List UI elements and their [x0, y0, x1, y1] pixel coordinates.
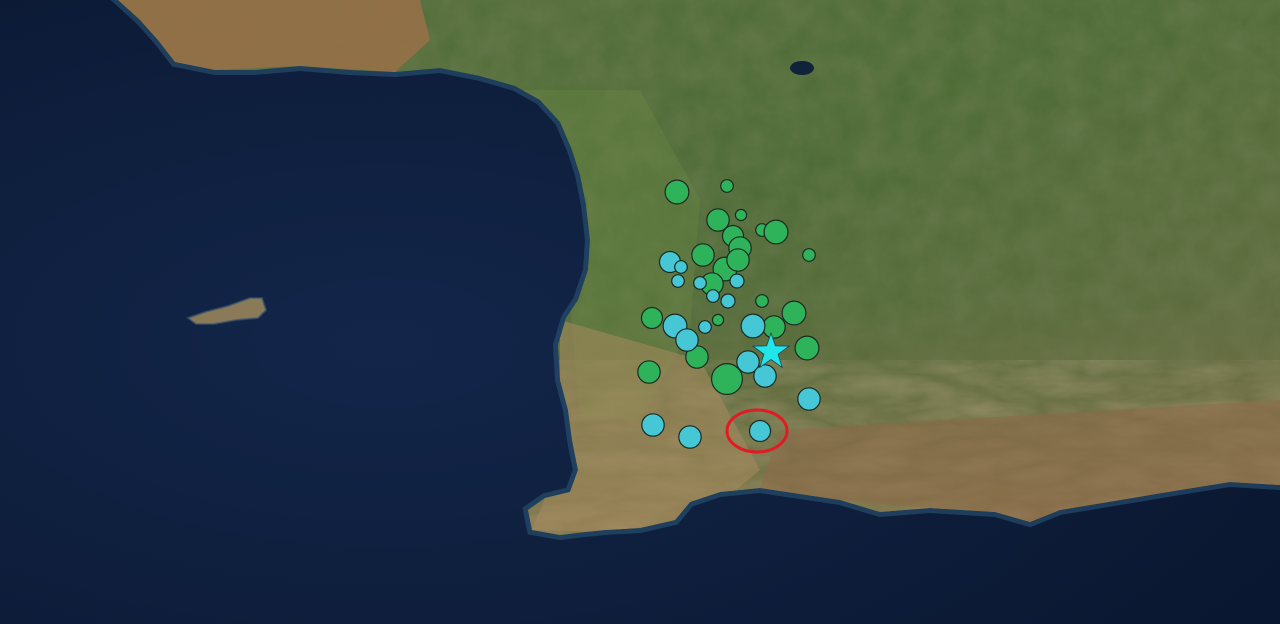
earthquake-marker-recent[interactable] [720, 293, 736, 309]
map-canvas[interactable] [0, 0, 1280, 624]
earthquake-marker-recent[interactable] [748, 419, 772, 443]
earthquake-marker-recent[interactable] [675, 328, 699, 352]
earthquake-marker-older[interactable] [710, 363, 743, 396]
earthquake-marker-older[interactable] [755, 294, 769, 308]
earthquake-marker-recent[interactable] [693, 276, 707, 290]
earthquake-marker-older[interactable] [711, 313, 725, 327]
earthquake-marker-recent[interactable] [753, 364, 777, 388]
earthquake-marker-older[interactable] [664, 179, 690, 205]
earthquake-marker-recent[interactable] [729, 273, 745, 289]
earthquake-marker-older[interactable] [720, 179, 734, 193]
earthquake-marker-older[interactable] [637, 360, 661, 384]
earthquake-marker-older[interactable] [734, 208, 748, 222]
reservoir [790, 61, 814, 75]
earthquake-marker-older[interactable] [762, 315, 786, 339]
earthquake-marker-recent[interactable] [706, 289, 720, 303]
earthquake-marker-recent[interactable] [641, 413, 665, 437]
earthquake-marker-older[interactable] [640, 306, 664, 330]
earthquake-marker-recent[interactable] [797, 387, 821, 411]
earthquake-marker-older[interactable] [763, 219, 789, 245]
earthquake-marker-recent[interactable] [698, 320, 712, 334]
earthquake-marker-older[interactable] [691, 243, 715, 267]
earthquake-marker-older[interactable] [794, 335, 820, 361]
earthquake-marker-recent[interactable] [674, 260, 688, 274]
earthquake-marker-recent[interactable] [678, 425, 702, 449]
earthquake-marker-recent[interactable] [671, 274, 685, 288]
earthquake-marker-older[interactable] [781, 300, 807, 326]
earthquake-marker-recent[interactable] [740, 313, 766, 339]
earthquake-marker-older[interactable] [726, 248, 750, 272]
map-view[interactable] [0, 0, 1280, 624]
earthquake-marker-older[interactable] [802, 248, 816, 262]
